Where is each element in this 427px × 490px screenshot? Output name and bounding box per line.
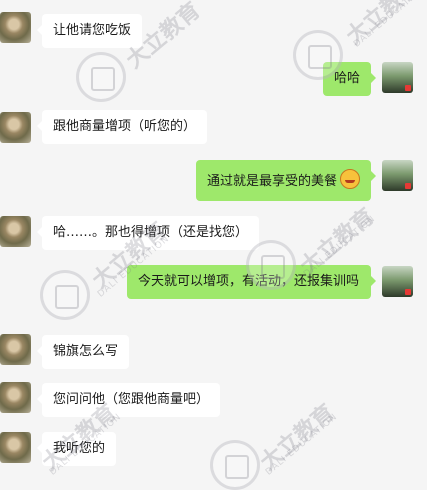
self-avatar[interactable] bbox=[382, 266, 413, 297]
message-text: 通过就是最享受的美餐 bbox=[206, 174, 337, 189]
chat-transcript: 让他请您吃饭 哈哈 跟他商量增项（听您的） 通过就是最享受的美餐 哈……。那也得… bbox=[0, 0, 427, 477]
outgoing-message-bubble[interactable]: 通过就是最享受的美餐 bbox=[195, 160, 377, 201]
message-text: 跟他商量增项（听您的） bbox=[53, 119, 197, 134]
incoming-message-bubble[interactable]: 我听您的 bbox=[36, 432, 117, 466]
message-text: 哈……。那也得增项（还是找您） bbox=[53, 225, 249, 240]
outgoing-message-bubble[interactable]: 今天就可以增项，有活动，还报集训吗 bbox=[127, 265, 376, 299]
contact-avatar[interactable] bbox=[0, 432, 31, 463]
message-text: 哈哈 bbox=[333, 71, 360, 86]
message-text: 让他请您吃饭 bbox=[53, 23, 132, 38]
message-text: 我听您的 bbox=[53, 441, 106, 456]
message-text: 今天就可以增项，有活动，还报集训吗 bbox=[138, 274, 360, 289]
message-text: 锦旗怎么写 bbox=[53, 344, 119, 359]
contact-avatar[interactable] bbox=[0, 382, 31, 413]
incoming-message-bubble[interactable]: 您问问他（您跟他商量吧） bbox=[36, 383, 221, 417]
contact-avatar[interactable] bbox=[0, 334, 31, 365]
incoming-message-bubble[interactable]: 锦旗怎么写 bbox=[36, 335, 130, 369]
self-avatar[interactable] bbox=[382, 160, 413, 191]
incoming-message-bubble[interactable]: 哈……。那也得增项（还是找您） bbox=[36, 216, 260, 250]
incoming-message-bubble[interactable]: 跟他商量增项（听您的） bbox=[36, 110, 208, 144]
message-text: 您问问他（您跟他商量吧） bbox=[53, 392, 210, 407]
outgoing-message-bubble[interactable]: 哈哈 bbox=[322, 62, 377, 96]
contact-avatar[interactable] bbox=[0, 12, 31, 43]
contact-avatar[interactable] bbox=[0, 112, 31, 143]
contact-avatar[interactable] bbox=[0, 216, 31, 247]
self-avatar[interactable] bbox=[382, 62, 413, 93]
incoming-message-bubble[interactable]: 让他请您吃饭 bbox=[36, 14, 143, 48]
savoring-food-emoji-icon bbox=[340, 169, 360, 189]
